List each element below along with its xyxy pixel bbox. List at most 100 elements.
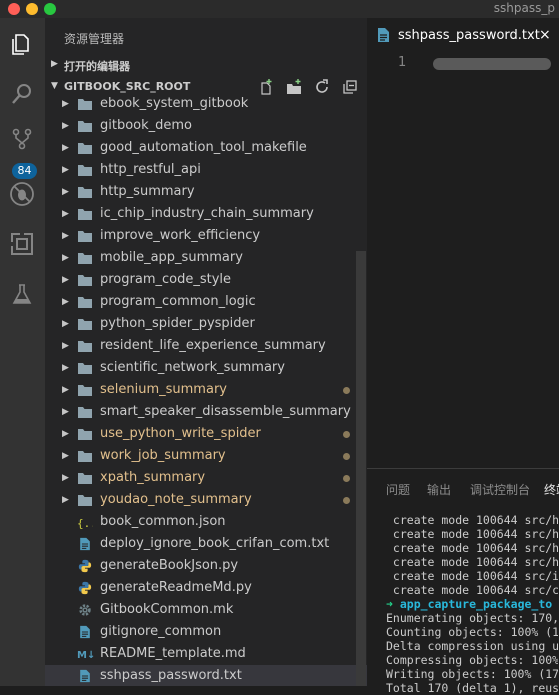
chevron-right-icon: ▶ — [51, 59, 58, 69]
tree-row[interactable]: generateBookJson.py — [45, 555, 367, 577]
tree-row-label: GitbookCommon.mk — [100, 602, 234, 617]
python-file-icon — [77, 559, 93, 573]
tree-row[interactable]: ▶ selenium_summary — [45, 379, 367, 401]
tree-row-label: selenium_summary — [100, 382, 227, 397]
tree-row[interactable]: ▶ program_common_logic — [45, 291, 367, 313]
search-icon[interactable] — [6, 78, 38, 110]
chevron-right-icon: ▶ — [62, 495, 69, 505]
terminal-text: Compressing objects: 100% — [386, 653, 558, 667]
folder-icon — [77, 185, 93, 199]
tree-row[interactable]: GitbookCommon.mk — [45, 599, 367, 621]
tree-row-label: deploy_ignore_book_crifan_com.txt — [100, 536, 330, 551]
tree-row[interactable]: ▶ use_python_write_spider — [45, 423, 367, 445]
tree-row[interactable]: ▶ http_summary — [45, 181, 367, 203]
tree-row[interactable]: ▶ program_code_style — [45, 269, 367, 291]
source-control-icon[interactable] — [6, 123, 38, 155]
panel-tab[interactable]: 输出 — [427, 481, 451, 498]
tree-row-label: xpath_summary — [100, 470, 206, 485]
tree-row[interactable]: ▶ improve_work_efficiency — [45, 225, 367, 247]
tree-row[interactable]: ▶ work_job_summary — [45, 445, 367, 467]
tree-row[interactable]: M↓ README_template.md — [45, 643, 367, 665]
folder-icon — [77, 405, 93, 419]
editor-area: sshpass_password.txt × 1 — [367, 18, 559, 468]
sidebar-scrollbar[interactable] — [356, 251, 366, 686]
terminal-line: create mode 100644 src/h — [386, 555, 558, 569]
folder-icon — [77, 361, 93, 375]
lab-flask-icon[interactable] — [6, 278, 38, 310]
tree-row[interactable]: {..} book_common.json — [45, 511, 367, 533]
json-file-icon: {..} — [77, 515, 104, 530]
chevron-right-icon: ▶ — [62, 451, 69, 461]
tree-row[interactable]: ▶ python_spider_pyspider — [45, 313, 367, 335]
text-file-icon — [77, 625, 93, 639]
panel-tab[interactable]: 终端 — [544, 481, 559, 498]
modified-dot-icon — [343, 497, 350, 504]
folder-icon — [77, 383, 93, 397]
terminal-line: Writing objects: 100% (17 — [386, 667, 558, 681]
modified-dot-icon — [343, 387, 350, 394]
minimize-window-button[interactable] — [26, 3, 38, 15]
zoom-window-button[interactable] — [44, 3, 56, 15]
editor-tab-label: sshpass_password.txt — [398, 28, 540, 43]
folder-icon — [77, 207, 93, 221]
tree-row[interactable]: ▶ youdao_note_summary — [45, 489, 367, 511]
activity-bar: 84 — [0, 18, 45, 686]
folder-icon — [77, 273, 93, 287]
tree-row[interactable]: ▶ scientific_network_summary — [45, 357, 367, 379]
tree-row[interactable]: ▶ xpath_summary — [45, 467, 367, 489]
tree-row[interactable]: sshpass_password.txt — [45, 665, 367, 686]
terminal-text: Delta compression using u — [386, 639, 558, 653]
tree-row[interactable]: ▶ gitbook_demo — [45, 115, 367, 137]
extensions-icon[interactable] — [6, 228, 38, 260]
tree-row-label: scientific_network_summary — [100, 360, 285, 375]
panel-tab[interactable]: 调试控制台 — [470, 481, 530, 498]
terminal-text: create mode 100644 src/i — [386, 569, 558, 583]
text-file-icon — [377, 27, 390, 47]
terminal-line: Enumerating objects: 170, — [386, 611, 558, 625]
chevron-right-icon: ▶ — [62, 473, 69, 483]
tree-row[interactable]: ▶ resident_life_experience_summary — [45, 335, 367, 357]
open-editors-label: 打开的编辑器 — [64, 60, 130, 73]
open-editors-section[interactable]: ▶ 打开的编辑器 — [45, 54, 367, 76]
markdown-file-icon: M↓ — [77, 647, 95, 661]
terminal-line: create mode 100644 src/h — [386, 541, 558, 555]
svg-text:M↓: M↓ — [77, 650, 95, 661]
terminal-line: create mode 100644 src/h — [386, 527, 558, 541]
chevron-right-icon: ▶ — [62, 429, 69, 439]
file-tree: ▶ ebook_system_gitbook ▶ gitbook_demo ▶ good_… — [45, 93, 367, 686]
close-window-button[interactable] — [8, 3, 20, 15]
folder-icon — [77, 427, 93, 441]
debug-icon[interactable] — [6, 178, 38, 210]
tree-row-label: gitbook_demo — [100, 118, 193, 133]
tree-row[interactable]: ▶ http_restful_api — [45, 159, 367, 181]
tree-row-label: youdao_note_summary — [100, 492, 252, 507]
close-tab-icon[interactable]: × — [539, 27, 551, 43]
explorer-icon[interactable] — [6, 28, 38, 60]
tree-row[interactable]: ▶ mobile_app_summary — [45, 247, 367, 269]
terminal-line: create mode 100644 src/h — [386, 513, 558, 527]
text-file-icon — [77, 537, 93, 551]
tree-row[interactable]: ▶ good_automation_tool_makefile — [45, 137, 367, 159]
scm-count-badge: 84 — [12, 163, 37, 179]
terminal-output[interactable]: create mode 100644 src/h create mode 100… — [386, 513, 558, 695]
terminal-line: Delta compression using u — [386, 639, 558, 653]
tree-row[interactable]: gitignore_common — [45, 621, 367, 643]
terminal-line: Compressing objects: 100% — [386, 653, 558, 667]
terminal-line: Counting objects: 100% (1 — [386, 625, 558, 639]
editor-tab-bar: sshpass_password.txt × — [367, 18, 559, 53]
editor-tab[interactable]: sshpass_password.txt × — [367, 18, 559, 53]
tree-row-label: generateBookJson.py — [100, 558, 239, 573]
prompt-path: app_capture_package_to — [399, 597, 553, 611]
folder-icon — [77, 119, 93, 133]
window-title: sshpass_p — [493, 1, 555, 15]
tree-row[interactable]: ▶ ebook_system_gitbook — [45, 93, 367, 115]
tree-row[interactable]: ▶ smart_speaker_disassemble_summary — [45, 401, 367, 423]
terminal-text: create mode 100644 src/h — [386, 555, 558, 569]
terminal-text: Total 170 (delta 1), reus — [386, 681, 558, 695]
tree-row-label: http_summary — [100, 184, 195, 199]
panel-tab[interactable]: 问题 — [386, 481, 410, 498]
tree-row[interactable]: deploy_ignore_book_crifan_com.txt — [45, 533, 367, 555]
tree-row[interactable]: generateReadmeMd.py — [45, 577, 367, 599]
tree-row[interactable]: ▶ ic_chip_industry_chain_summary — [45, 203, 367, 225]
folder-icon — [77, 339, 93, 353]
